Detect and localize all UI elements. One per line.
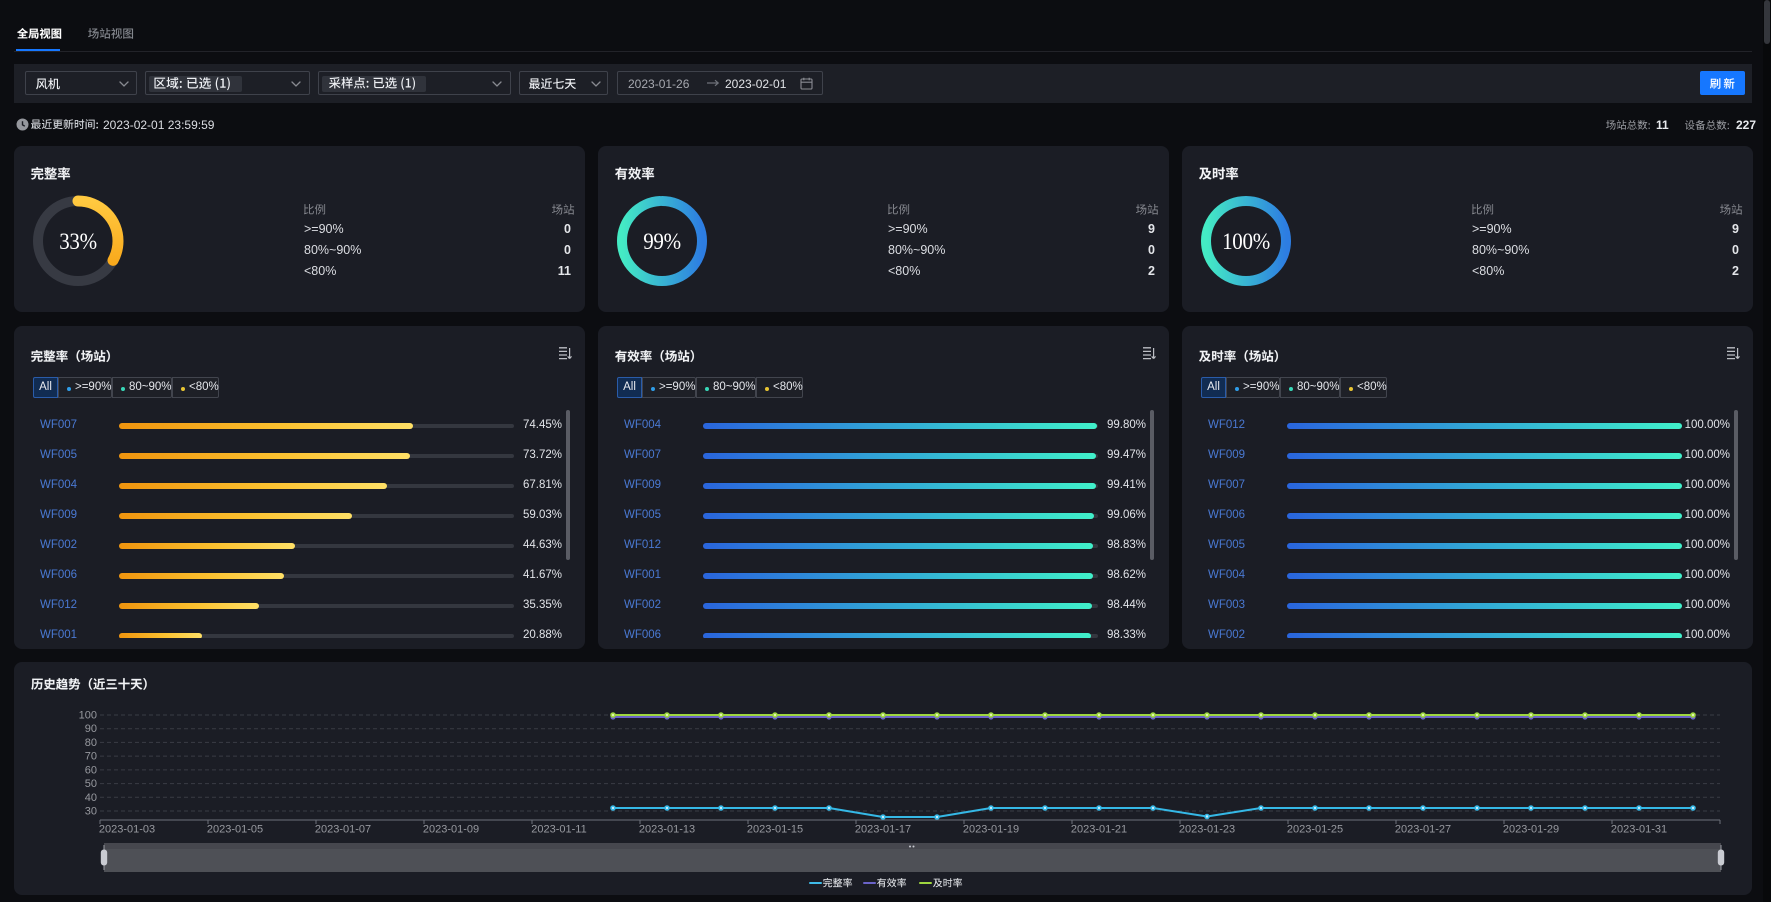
svg-text:80: 80 <box>85 737 97 749</box>
svg-text:100: 100 <box>79 710 97 722</box>
svg-text:30: 30 <box>85 806 97 818</box>
svg-text:2023-01-13: 2023-01-13 <box>639 824 695 836</box>
svg-text:40: 40 <box>85 792 97 804</box>
svg-text:50: 50 <box>85 778 97 790</box>
svg-text:2023-01-23: 2023-01-23 <box>1179 824 1235 836</box>
svg-text:2023-01-05: 2023-01-05 <box>207 824 263 836</box>
svg-text:60: 60 <box>85 764 97 776</box>
svg-text:2023-01-17: 2023-01-17 <box>855 824 911 836</box>
svg-text:2023-01-03: 2023-01-03 <box>99 824 155 836</box>
svg-text:2023-01-21: 2023-01-21 <box>1071 824 1127 836</box>
svg-text:70: 70 <box>85 751 97 763</box>
svg-text:2023-01-31: 2023-01-31 <box>1611 824 1667 836</box>
svg-text:90: 90 <box>85 723 97 735</box>
svg-text:2023-01-25: 2023-01-25 <box>1287 824 1343 836</box>
svg-text:2023-01-19: 2023-01-19 <box>963 824 1019 836</box>
svg-text:2023-01-29: 2023-01-29 <box>1503 824 1559 836</box>
svg-text:2023-01-07: 2023-01-07 <box>315 824 371 836</box>
svg-text:2023-01-15: 2023-01-15 <box>747 824 803 836</box>
svg-text:2023-01-11: 2023-01-11 <box>531 824 586 836</box>
svg-text:2023-01-27: 2023-01-27 <box>1395 824 1451 836</box>
svg-text:2023-01-09: 2023-01-09 <box>423 824 479 836</box>
